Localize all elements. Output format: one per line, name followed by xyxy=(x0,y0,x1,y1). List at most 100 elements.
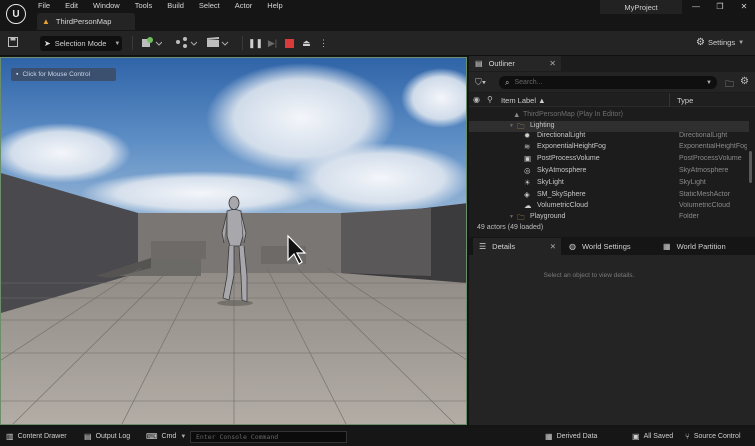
more-options-icon[interactable]: ⋮ xyxy=(318,38,329,49)
blueprint-icon[interactable] xyxy=(175,37,198,51)
row-type: SkyAtmosphere xyxy=(679,167,729,174)
output-log-icon: ▤ xyxy=(84,432,92,441)
column-divider[interactable] xyxy=(669,93,670,107)
save-icon[interactable] xyxy=(8,37,18,50)
column-type[interactable]: Type xyxy=(677,96,693,105)
outliner-row-playground[interactable]: ▼ 🗀 Playground Folder xyxy=(469,212,749,221)
mouse-control-hint[interactable]: ▪ Click for Mouse Control xyxy=(11,68,116,81)
settings-button[interactable]: ⚙ Settings ▼ xyxy=(696,37,744,48)
visibility-eye-icon[interactable]: ◉ xyxy=(473,95,480,104)
filter-icon[interactable]: ⛉▾ xyxy=(475,77,486,88)
outliner-row-directionallight[interactable]: ✹ DirectionalLight DirectionalLight xyxy=(469,131,749,142)
menu-build[interactable]: Build xyxy=(167,0,191,11)
title-bar: U File Edit Window Tools Build Select Ac… xyxy=(0,0,755,30)
actor-count: 49 actors (49 loaded) xyxy=(477,224,544,231)
tab-world-partition[interactable]: ▦ World Partition xyxy=(657,238,726,255)
folder-icon: 🗀 xyxy=(517,213,525,221)
play-controls: ❚❚ ▶| ⏏ ⋮ xyxy=(248,36,329,51)
atmosphere-icon: ◎ xyxy=(524,166,531,175)
minimize-icon[interactable]: — xyxy=(690,2,702,12)
chevron-down-icon: ▼ xyxy=(706,79,712,86)
outliner-toolbar: ⛉▾ ⌕ Search... ▼ 🗀 ⚙ xyxy=(469,72,755,92)
sun-icon: ✹ xyxy=(524,131,531,140)
mouse-hint-label: Click for Mouse Control xyxy=(22,71,91,78)
unreal-logo-icon: U xyxy=(6,4,26,24)
outliner-row-skylight[interactable]: ☀ SkyLight SkyLight xyxy=(469,178,749,189)
cloud-icon: ☁ xyxy=(524,201,532,210)
row-type: StaticMeshActor xyxy=(679,191,730,198)
tab-details[interactable]: ☰ Details ✕ xyxy=(473,238,561,255)
close-window-icon[interactable]: ✕ xyxy=(738,2,750,12)
row-type: DirectionalLight xyxy=(679,132,728,139)
menu-select[interactable]: Select xyxy=(199,0,227,11)
menu-file[interactable]: File xyxy=(38,0,57,11)
details-icon: ☰ xyxy=(479,242,487,251)
outliner-row-sm-skysphere[interactable]: ◈ SM_SkySphere StaticMeshActor xyxy=(469,190,749,201)
tab-outliner[interactable]: ▤ Outliner ✕ xyxy=(469,56,561,71)
menu-actor[interactable]: Actor xyxy=(235,0,260,11)
add-actor-icon[interactable] xyxy=(142,37,163,51)
world-settings-label: World Settings xyxy=(581,242,631,251)
source-control-button[interactable]: ⑂ Source Control xyxy=(685,432,741,441)
map-icon: ▲ xyxy=(513,110,521,119)
menu-window[interactable]: Window xyxy=(93,0,127,11)
column-item-label[interactable]: Item Label ▲ xyxy=(501,96,546,105)
content-drawer-label: Content Drawer xyxy=(17,433,67,440)
cinematics-icon[interactable] xyxy=(207,37,229,51)
tab-world-settings[interactable]: ◍ World Settings xyxy=(563,238,631,255)
row-label: SM_SkySphere xyxy=(537,191,586,198)
collapse-arrow-icon: ▼ xyxy=(509,214,514,220)
menu-help[interactable]: Help xyxy=(267,0,289,11)
globe-icon: ◍ xyxy=(569,242,576,251)
search-icon: ⌕ xyxy=(505,77,510,87)
content-drawer-button[interactable]: ▥ Content Drawer xyxy=(6,432,67,441)
outliner-row-exponentialheightfog[interactable]: ≋ ExponentialHeightFog ExponentialHeight… xyxy=(469,142,749,153)
outliner-row-skyatmosphere[interactable]: ◎ SkyAtmosphere SkyAtmosphere xyxy=(469,166,749,177)
level-viewport[interactable]: ▪ Click for Mouse Control xyxy=(0,57,467,425)
outliner-search-input[interactable]: ⌕ Search... ▼ xyxy=(499,76,717,89)
row-label: PostProcessVolume xyxy=(537,155,600,162)
output-log-button[interactable]: ▤ Output Log xyxy=(84,432,130,441)
outliner-row-postprocessvolume[interactable]: ▣ PostProcessVolume PostProcessVolume xyxy=(469,154,749,165)
step-frame-icon[interactable]: ▶| xyxy=(267,38,278,49)
volume-icon: ▣ xyxy=(524,154,532,163)
fog-icon: ≋ xyxy=(524,142,531,151)
gear-icon[interactable]: ⚙ xyxy=(740,76,749,87)
row-type: SkyLight xyxy=(679,179,706,186)
details-body: Select an object to view details. xyxy=(469,255,755,425)
tab-third-person-map[interactable]: ▲ ThirdPersonMap xyxy=(37,13,135,30)
all-saved-label: All Saved xyxy=(643,433,674,440)
status-bar: ▥ Content Drawer ▤ Output Log ⌨ Cmd ▼ En… xyxy=(0,428,755,446)
toolbar-divider xyxy=(242,36,243,50)
pin-icon[interactable]: ⚲ xyxy=(487,95,493,104)
close-icon[interactable]: ✕ xyxy=(549,59,556,68)
pause-icon[interactable]: ❚❚ xyxy=(248,38,263,49)
derived-data-label: Derived Data xyxy=(556,433,598,440)
console-command-input[interactable]: Enter Console Command xyxy=(190,431,347,443)
outliner-scrollbar[interactable] xyxy=(749,151,752,183)
outliner-icon: ▤ xyxy=(475,59,483,68)
row-label: DirectionalLight xyxy=(537,132,586,139)
details-panel: ☰ Details ✕ ◍ World Settings ▦ World Par… xyxy=(469,238,755,425)
menu-edit[interactable]: Edit xyxy=(65,0,85,11)
add-folder-icon[interactable]: 🗀 xyxy=(725,77,734,93)
chevron-down-icon: ▼ xyxy=(114,40,121,47)
cmd-dropdown[interactable]: ⌨ Cmd ▼ xyxy=(146,432,186,441)
maximize-icon[interactable]: ❐ xyxy=(714,2,726,12)
mesh-icon: ◈ xyxy=(524,190,530,199)
all-saved-button[interactable]: ▣ All Saved xyxy=(632,432,673,441)
outliner-row-map[interactable]: ▲ ThirdPersonMap (Play In Editor) xyxy=(469,110,749,121)
world-partition-label: World Partition xyxy=(676,242,726,251)
row-label: SkyLight xyxy=(537,179,564,186)
eject-icon[interactable]: ⏏ xyxy=(301,38,312,49)
outliner-row-volumetriccloud[interactable]: ☁ VolumetricCloud VolumetricCloud xyxy=(469,201,749,212)
stop-icon[interactable] xyxy=(284,38,295,49)
derived-data-button[interactable]: ▦ Derived Data xyxy=(545,432,597,441)
selection-mode-dropdown[interactable]: ➤ Selection Mode ▼ xyxy=(40,36,122,51)
source-control-label: Source Control xyxy=(693,433,741,440)
outliner-tab-label: Outliner xyxy=(488,59,515,68)
menu-tools[interactable]: Tools xyxy=(135,0,160,11)
close-icon[interactable]: ✕ xyxy=(550,242,556,251)
row-type: Folder xyxy=(679,213,699,220)
settings-label: Settings xyxy=(707,38,736,47)
